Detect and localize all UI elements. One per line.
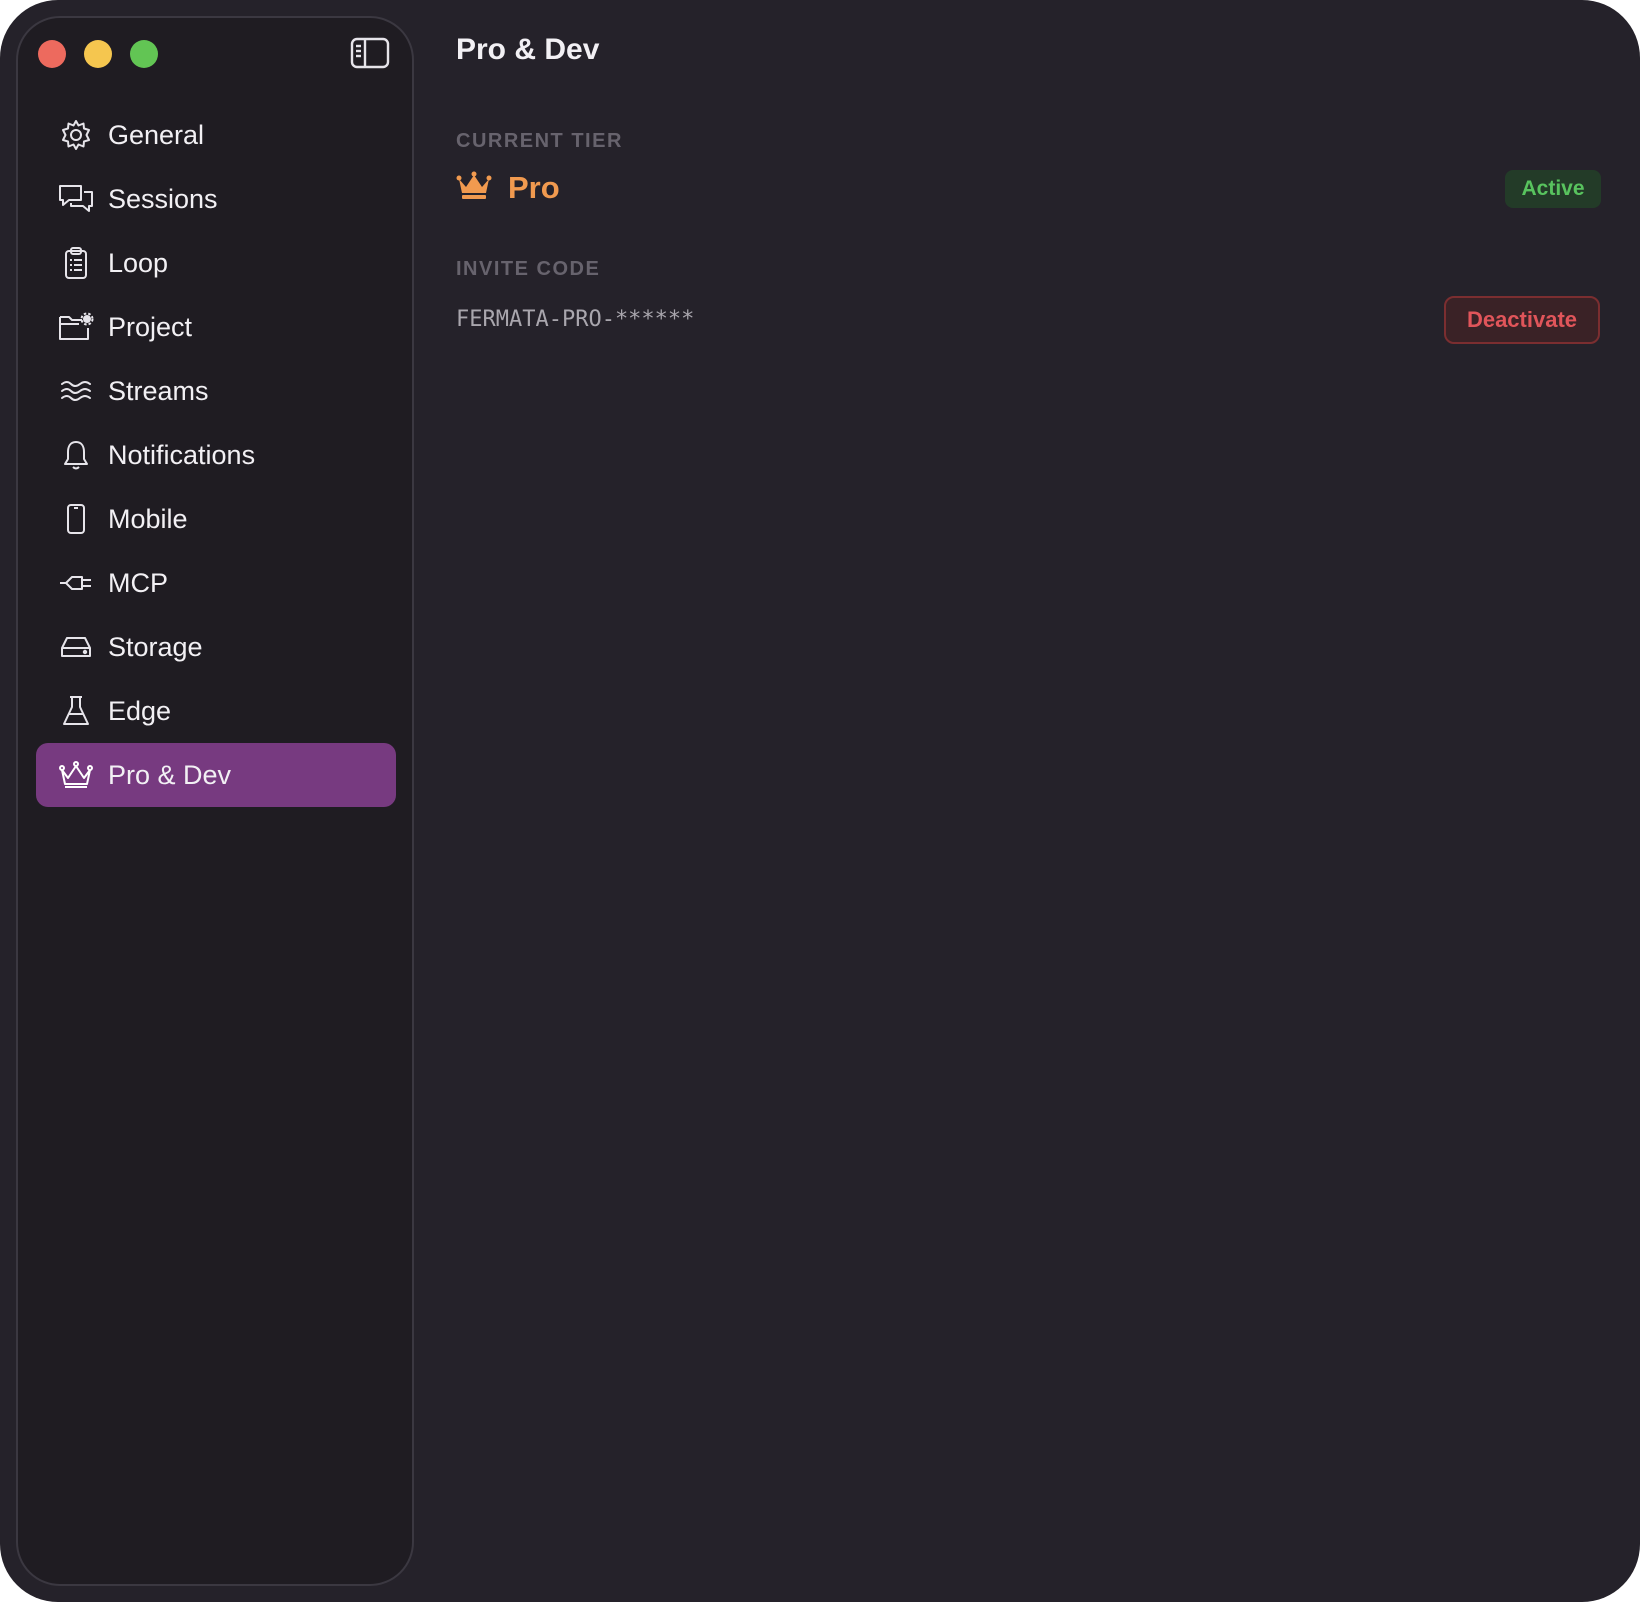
crown-icon: [456, 171, 492, 206]
sidebar-item-edge[interactable]: Edge: [36, 679, 396, 743]
waves-icon: [56, 371, 96, 411]
drive-icon: [56, 627, 96, 667]
sidebar-item-label: Loop: [108, 247, 169, 278]
sidebar-item-label: Storage: [108, 631, 203, 662]
sidebar-item-general[interactable]: General: [36, 103, 396, 167]
sidebar: General Sessions Loop Project Streams No…: [16, 16, 414, 1586]
current-tier-label: CURRENT TIER: [456, 130, 623, 152]
sidebar-item-label: MCP: [108, 567, 168, 598]
invite-code-label: INVITE CODE: [456, 258, 601, 280]
minimize-window-button[interactable]: [84, 40, 112, 68]
sidebar-item-label: Sessions: [108, 183, 218, 214]
invite-code-value: FERMATA-PRO-******: [456, 307, 695, 332]
sidebar-item-pro-dev[interactable]: Pro & Dev: [36, 743, 396, 807]
bell-icon: [56, 435, 96, 475]
sidebar-toggle-icon: [350, 37, 390, 69]
folder-gear-icon: [56, 307, 96, 347]
sidebar-item-loop[interactable]: Loop: [36, 231, 396, 295]
close-window-button[interactable]: [38, 40, 66, 68]
clipboard-icon: [56, 243, 96, 283]
deactivate-button[interactable]: Deactivate: [1444, 296, 1600, 344]
status-badge: Active: [1505, 170, 1601, 208]
plug-icon: [56, 563, 96, 603]
sidebar-item-mcp[interactable]: MCP: [36, 551, 396, 615]
sidebar-item-label: Mobile: [108, 503, 188, 534]
sidebar-item-notifications[interactable]: Notifications: [36, 423, 396, 487]
current-tier-row: Pro: [456, 170, 560, 206]
flask-icon: [56, 691, 96, 731]
sidebar-item-label: Project: [108, 311, 193, 342]
sidebar-item-label: Streams: [108, 375, 209, 406]
settings-window: General Sessions Loop Project Streams No…: [0, 0, 1640, 1602]
crown-icon: [56, 755, 96, 795]
sidebar-item-storage[interactable]: Storage: [36, 615, 396, 679]
sidebar-item-streams[interactable]: Streams: [36, 359, 396, 423]
sidebar-item-label: Notifications: [108, 439, 256, 470]
sidebar-item-sessions[interactable]: Sessions: [36, 167, 396, 231]
page-title: Pro & Dev: [456, 33, 600, 66]
sidebar-item-label: Edge: [108, 695, 172, 726]
sidebar-item-project[interactable]: Project: [36, 295, 396, 359]
sidebar-item-label: Pro & Dev: [108, 759, 232, 790]
tier-name: Pro: [508, 170, 560, 205]
sidebar-item-mobile[interactable]: Mobile: [36, 487, 396, 551]
sidebar-item-label: General: [108, 119, 205, 150]
phone-icon: [56, 499, 96, 539]
sidebar-toggle-button[interactable]: [350, 36, 390, 70]
chat-bubbles-icon: [56, 179, 96, 219]
main-content: Pro & Dev CURRENT TIER Pro Active INVITE…: [456, 0, 1640, 1602]
gear-icon: [56, 115, 96, 155]
zoom-window-button[interactable]: [130, 40, 158, 68]
